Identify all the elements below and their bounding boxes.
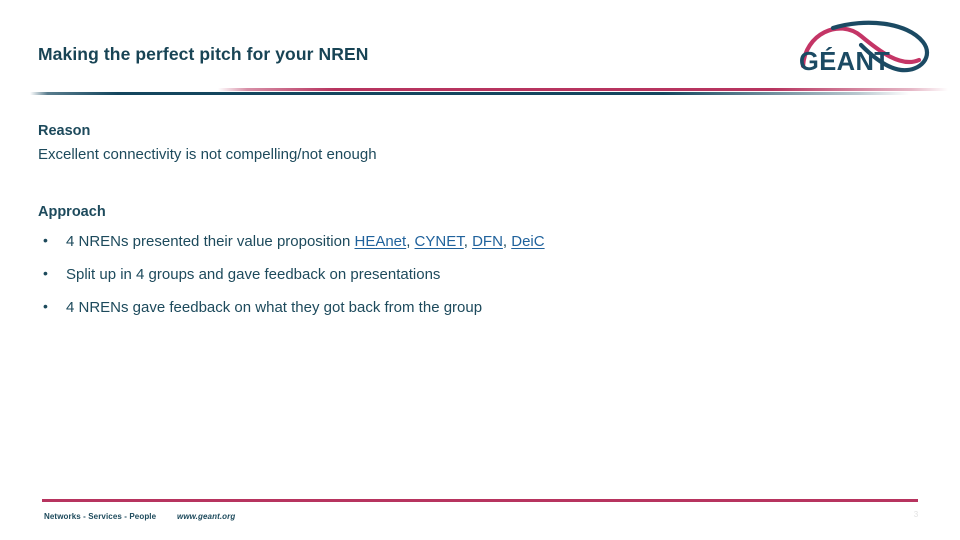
approach-bullet-item: 4 NRENs gave feedback on what they got b…	[38, 297, 918, 318]
approach-bullet-item: Split up in 4 groups and gave feedback o…	[38, 264, 918, 285]
geant-logo: GÉANT	[795, 12, 940, 84]
logo-wordmark: GÉANT	[799, 47, 890, 76]
nren-link-heanet[interactable]: HEAnet	[355, 233, 407, 250]
slide-content: Reason Excellent connectivity is not com…	[38, 122, 918, 331]
bullet-text: Split up in 4 groups and gave feedback o…	[66, 266, 441, 284]
link-separator: ,	[502, 233, 512, 251]
approach-heading: Approach	[38, 203, 106, 220]
nren-link-deic[interactable]: DeiC	[511, 233, 544, 250]
footer-tagline: Networks - Services - People	[44, 512, 157, 521]
bullet-text: 4 NRENs presented their value propositio…	[66, 233, 355, 251]
approach-bullet-list: 4 NRENs presented their value propositio…	[38, 231, 918, 318]
link-separator: ,	[463, 233, 473, 251]
approach-bullet-item: 4 NRENs presented their value propositio…	[38, 231, 918, 252]
bullet-text: 4 NRENs gave feedback on what they got b…	[66, 299, 483, 316]
nren-link-cynet[interactable]: CYNET	[415, 233, 464, 250]
reason-text: Excellent connectivity is not compelling…	[38, 145, 377, 163]
divider-rule-magenta	[218, 88, 948, 91]
link-separator: ,	[406, 233, 415, 251]
reason-heading: Reason	[38, 123, 91, 139]
divider-rule-navy	[30, 92, 910, 95]
page-number: 3	[913, 510, 919, 519]
page-title: Making the perfect pitch for your NREN	[38, 44, 369, 64]
footer-url: www.geant.org	[177, 512, 236, 521]
footer-divider	[42, 499, 918, 502]
nren-link-dfn[interactable]: DFN	[472, 233, 503, 250]
header-divider	[30, 88, 948, 98]
slide-canvas: Making the perfect pitch for your NREN G…	[0, 0, 960, 540]
geant-logo-icon: GÉANT	[799, 20, 930, 76]
